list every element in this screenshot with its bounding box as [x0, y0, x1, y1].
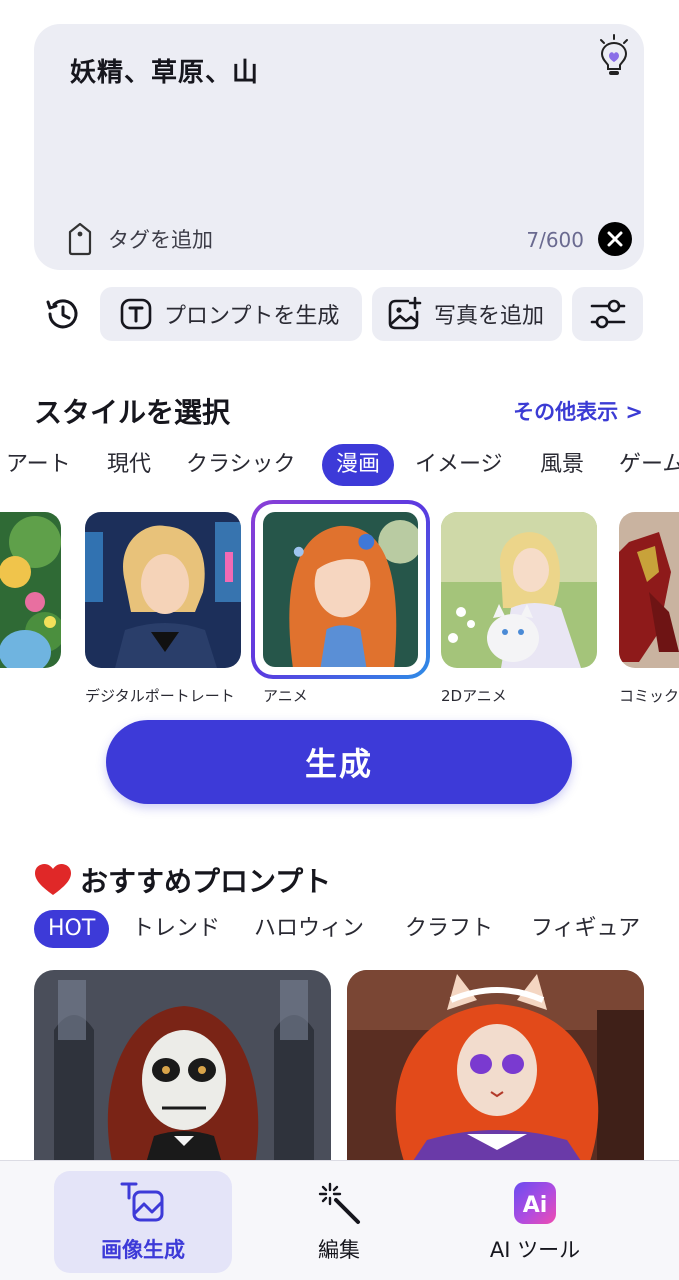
style-card-digital-portrait[interactable]: [85, 512, 241, 668]
recommended-tabs: HOT トレンド ハロウィン クラフト フィギュア: [34, 910, 674, 948]
history-icon[interactable]: [42, 294, 82, 334]
nav-label-ai-tools: AI ツール: [489, 1238, 581, 1262]
prompt-input[interactable]: 妖精、草原、山 タグを追加 7/600: [34, 24, 644, 270]
recommended-section-title: おすすめプロンプト: [34, 860, 331, 900]
show-more-link[interactable]: その他表示 >: [513, 396, 643, 426]
style-label-anime: アニメ: [263, 687, 308, 705]
lightbulb-icon[interactable]: [596, 34, 632, 78]
style-thumbnail: [263, 512, 418, 667]
tab-figure[interactable]: フィギュア: [531, 910, 640, 948]
heart-icon: [35, 864, 71, 895]
style-thumbnail: [85, 512, 241, 668]
style-card-2d-anime[interactable]: [441, 512, 597, 668]
style-card-comic[interactable]: [619, 512, 679, 668]
settings-button[interactable]: [572, 287, 643, 341]
magic-wand-icon: [318, 1182, 360, 1224]
style-card-fantasy[interactable]: [0, 512, 61, 668]
nav-item-image-generate[interactable]: 画像生成: [54, 1171, 232, 1273]
style-thumbnail: [0, 512, 61, 668]
tab-hot[interactable]: HOT: [34, 910, 110, 948]
tag-icon: [68, 222, 92, 256]
generate-button[interactable]: 生成: [106, 720, 572, 804]
prompt-text[interactable]: 妖精、草原、山: [70, 52, 259, 89]
style-thumbnail: [619, 512, 679, 668]
nav-item-edit[interactable]: 編集: [250, 1171, 428, 1273]
tab-craft[interactable]: クラフト: [405, 910, 493, 948]
tab-trend[interactable]: トレンド: [132, 910, 220, 948]
page: 妖精、草原、山 タグを追加 7/600 プロンプトを生成 写真を追加 スタイルを…: [0, 0, 679, 1280]
tab-manga[interactable]: 漫画: [322, 444, 395, 486]
style-category-tabs: アート 現代 クラシック 漫画 イメージ 風景 ゲーム: [0, 444, 679, 486]
tab-halloween[interactable]: ハロウィン: [254, 910, 364, 948]
add-photo-button[interactable]: 写真を追加: [372, 287, 562, 341]
add-tag-button[interactable]: タグを追加: [66, 222, 213, 256]
tab-image[interactable]: イメージ: [415, 444, 503, 486]
style-label-comic: コミック: [619, 687, 679, 705]
recommended-thumbnail: [347, 970, 644, 1170]
recommended-card-skull-girl[interactable]: [34, 970, 331, 1170]
clear-icon[interactable]: [598, 222, 632, 256]
character-counter: 7/600: [526, 228, 584, 252]
nav-item-ai-tools[interactable]: Ai AI ツール: [446, 1171, 624, 1273]
style-label-digital-portrait: デジタルポートレート: [85, 687, 235, 705]
bottom-navigation: 画像生成 編集 Ai AI ツール: [0, 1160, 679, 1280]
svg-text:Ai: Ai: [523, 1193, 548, 1218]
nav-label-edit: 編集: [318, 1238, 360, 1262]
style-label-2d-anime: 2Dアニメ: [441, 687, 507, 705]
style-thumbnail: [441, 512, 597, 668]
sliders-icon: [590, 299, 625, 329]
generate-prompt-label: プロンプトを生成: [164, 304, 340, 329]
recommended-card-cat-maid[interactable]: [347, 970, 644, 1170]
recommended-thumbnail: [34, 970, 331, 1170]
add-photo-icon: [388, 296, 422, 330]
add-tag-label: タグを追加: [108, 228, 213, 252]
add-photo-label: 写真を追加: [434, 304, 545, 329]
nav-label-image-generate: 画像生成: [101, 1238, 185, 1262]
image-generate-icon: [120, 1182, 164, 1222]
tab-art[interactable]: アート: [6, 444, 71, 486]
recommended-title-text: おすすめプロンプト: [80, 865, 332, 898]
tab-game[interactable]: ゲーム: [619, 444, 679, 486]
ai-tools-icon: Ai: [514, 1182, 556, 1224]
tab-landscape[interactable]: 風景: [540, 444, 584, 486]
tab-modern[interactable]: 現代: [107, 444, 151, 486]
style-card-anime-selected[interactable]: [251, 500, 430, 679]
text-t-icon: [120, 298, 152, 330]
style-section-title: スタイルを選択: [34, 396, 231, 429]
generate-prompt-button[interactable]: プロンプトを生成: [100, 287, 362, 341]
tab-classic[interactable]: クラシック: [186, 444, 296, 486]
